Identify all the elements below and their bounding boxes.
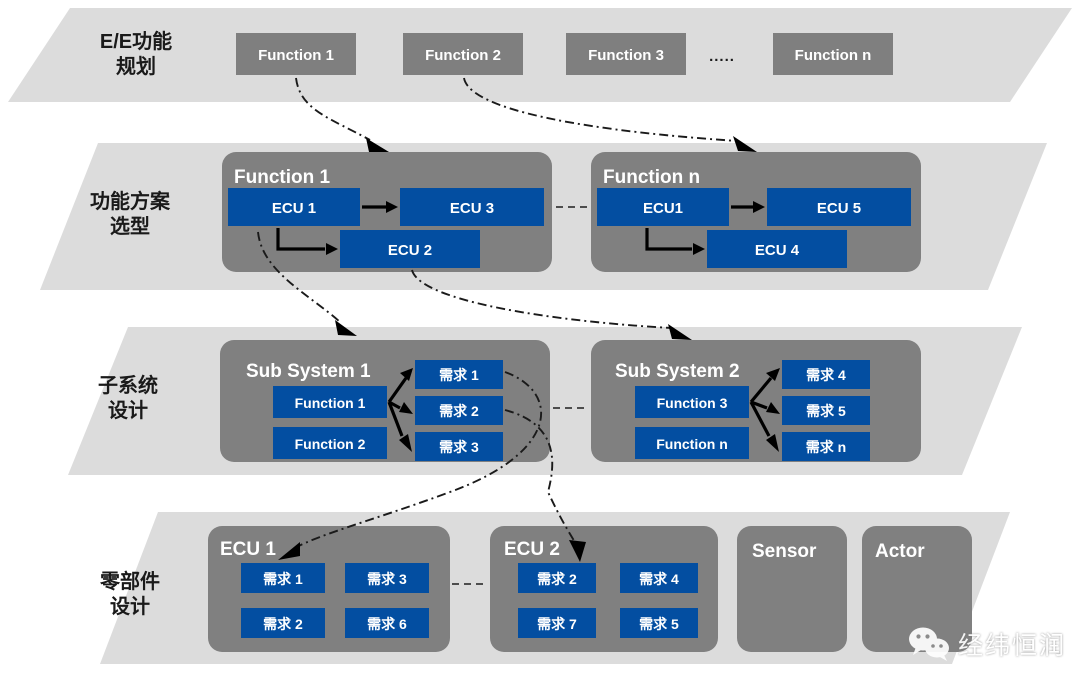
row3-group-2-req-3-label: 需求 n bbox=[806, 439, 846, 455]
row2-group-1-box-3-label: ECU 2 bbox=[388, 242, 432, 259]
row4-group-1-box-1-label: 需求 1 bbox=[263, 571, 303, 587]
row4-sensor-label: Sensor bbox=[752, 541, 817, 562]
row3-group-2-title: Sub System 2 bbox=[615, 361, 740, 382]
row4-group-2-box-3-label: 需求 7 bbox=[537, 616, 577, 632]
row1-box-4-label: Function n bbox=[795, 47, 872, 64]
row1-box-1-label: Function 1 bbox=[258, 47, 334, 64]
row3-group-1-req-1-label: 需求 1 bbox=[439, 367, 479, 383]
row3-group-2-function-2-label: Function n bbox=[656, 436, 728, 452]
band-1-label-line1: E/E功能 bbox=[100, 29, 172, 53]
row3-group-2-req-2-label: 需求 5 bbox=[806, 403, 846, 419]
band-3-label-line1: 子系统 bbox=[98, 373, 158, 397]
row1-box-2-label: Function 2 bbox=[425, 47, 501, 64]
wechat-icon bbox=[908, 627, 949, 661]
row4-group-2-box-4-label: 需求 5 bbox=[639, 616, 679, 632]
row4-actor-label: Actor bbox=[875, 541, 925, 562]
row4-group-2-title: ECU 2 bbox=[504, 539, 560, 560]
row4-group-2-box-1-label: 需求 2 bbox=[537, 571, 577, 587]
row2-group-1-title: Function 1 bbox=[234, 167, 330, 188]
row2-group-1-box-2-label: ECU 3 bbox=[450, 200, 494, 217]
row3-group-1-title: Sub System 1 bbox=[246, 361, 371, 382]
row1-box-3-label: Function 3 bbox=[588, 47, 664, 64]
band-4-label-line2: 设计 bbox=[110, 595, 150, 618]
row2-group-2-box-2-label: ECU 5 bbox=[817, 200, 861, 217]
band-1-shape bbox=[8, 8, 1072, 102]
diagram-canvas: E/E功能 规划 Function 1 Function 2 Function … bbox=[0, 0, 1080, 674]
layered-architecture-diagram: E/E功能 规划 Function 1 Function 2 Function … bbox=[8, 8, 1072, 664]
row4-group-1-box-4-label: 需求 6 bbox=[367, 616, 407, 632]
row3-group-1-req-2-label: 需求 2 bbox=[439, 403, 479, 419]
band-1-label-line2: 规划 bbox=[116, 55, 156, 78]
row1-ellipsis: ..... bbox=[709, 48, 735, 65]
row2-group-1-box-1-label: ECU 1 bbox=[272, 200, 316, 217]
row3-group-2-req-1-label: 需求 4 bbox=[806, 367, 846, 383]
row4-group-1-box-3-label: 需求 2 bbox=[263, 616, 303, 632]
row4-group-1-title: ECU 1 bbox=[220, 539, 276, 560]
row2-group-2-box-3-label: ECU 4 bbox=[755, 242, 800, 259]
band-2-label-line1: 功能方案 bbox=[90, 189, 171, 213]
band-2-label-line2: 选型 bbox=[110, 215, 150, 238]
row3-group-1-function-2-label: Function 2 bbox=[295, 436, 366, 452]
row2-group-2-title: Function n bbox=[603, 167, 700, 188]
watermark: 经纬恒润 bbox=[908, 626, 1066, 662]
row4-group-2-box-2-label: 需求 4 bbox=[639, 571, 679, 587]
band-3-label-line2: 设计 bbox=[108, 399, 148, 422]
row4-group-1-box-2-label: 需求 3 bbox=[367, 571, 407, 587]
row3-group-1-req-3-label: 需求 3 bbox=[439, 439, 479, 455]
row3-group-2-function-1-label: Function 3 bbox=[657, 395, 728, 411]
row2-group-2-box-1-label: ECU1 bbox=[643, 200, 683, 217]
watermark-text: 经纬恒润 bbox=[957, 631, 1066, 660]
row3-group-1-function-1-label: Function 1 bbox=[295, 395, 366, 411]
band-4-label-line1: 零部件 bbox=[99, 569, 160, 593]
